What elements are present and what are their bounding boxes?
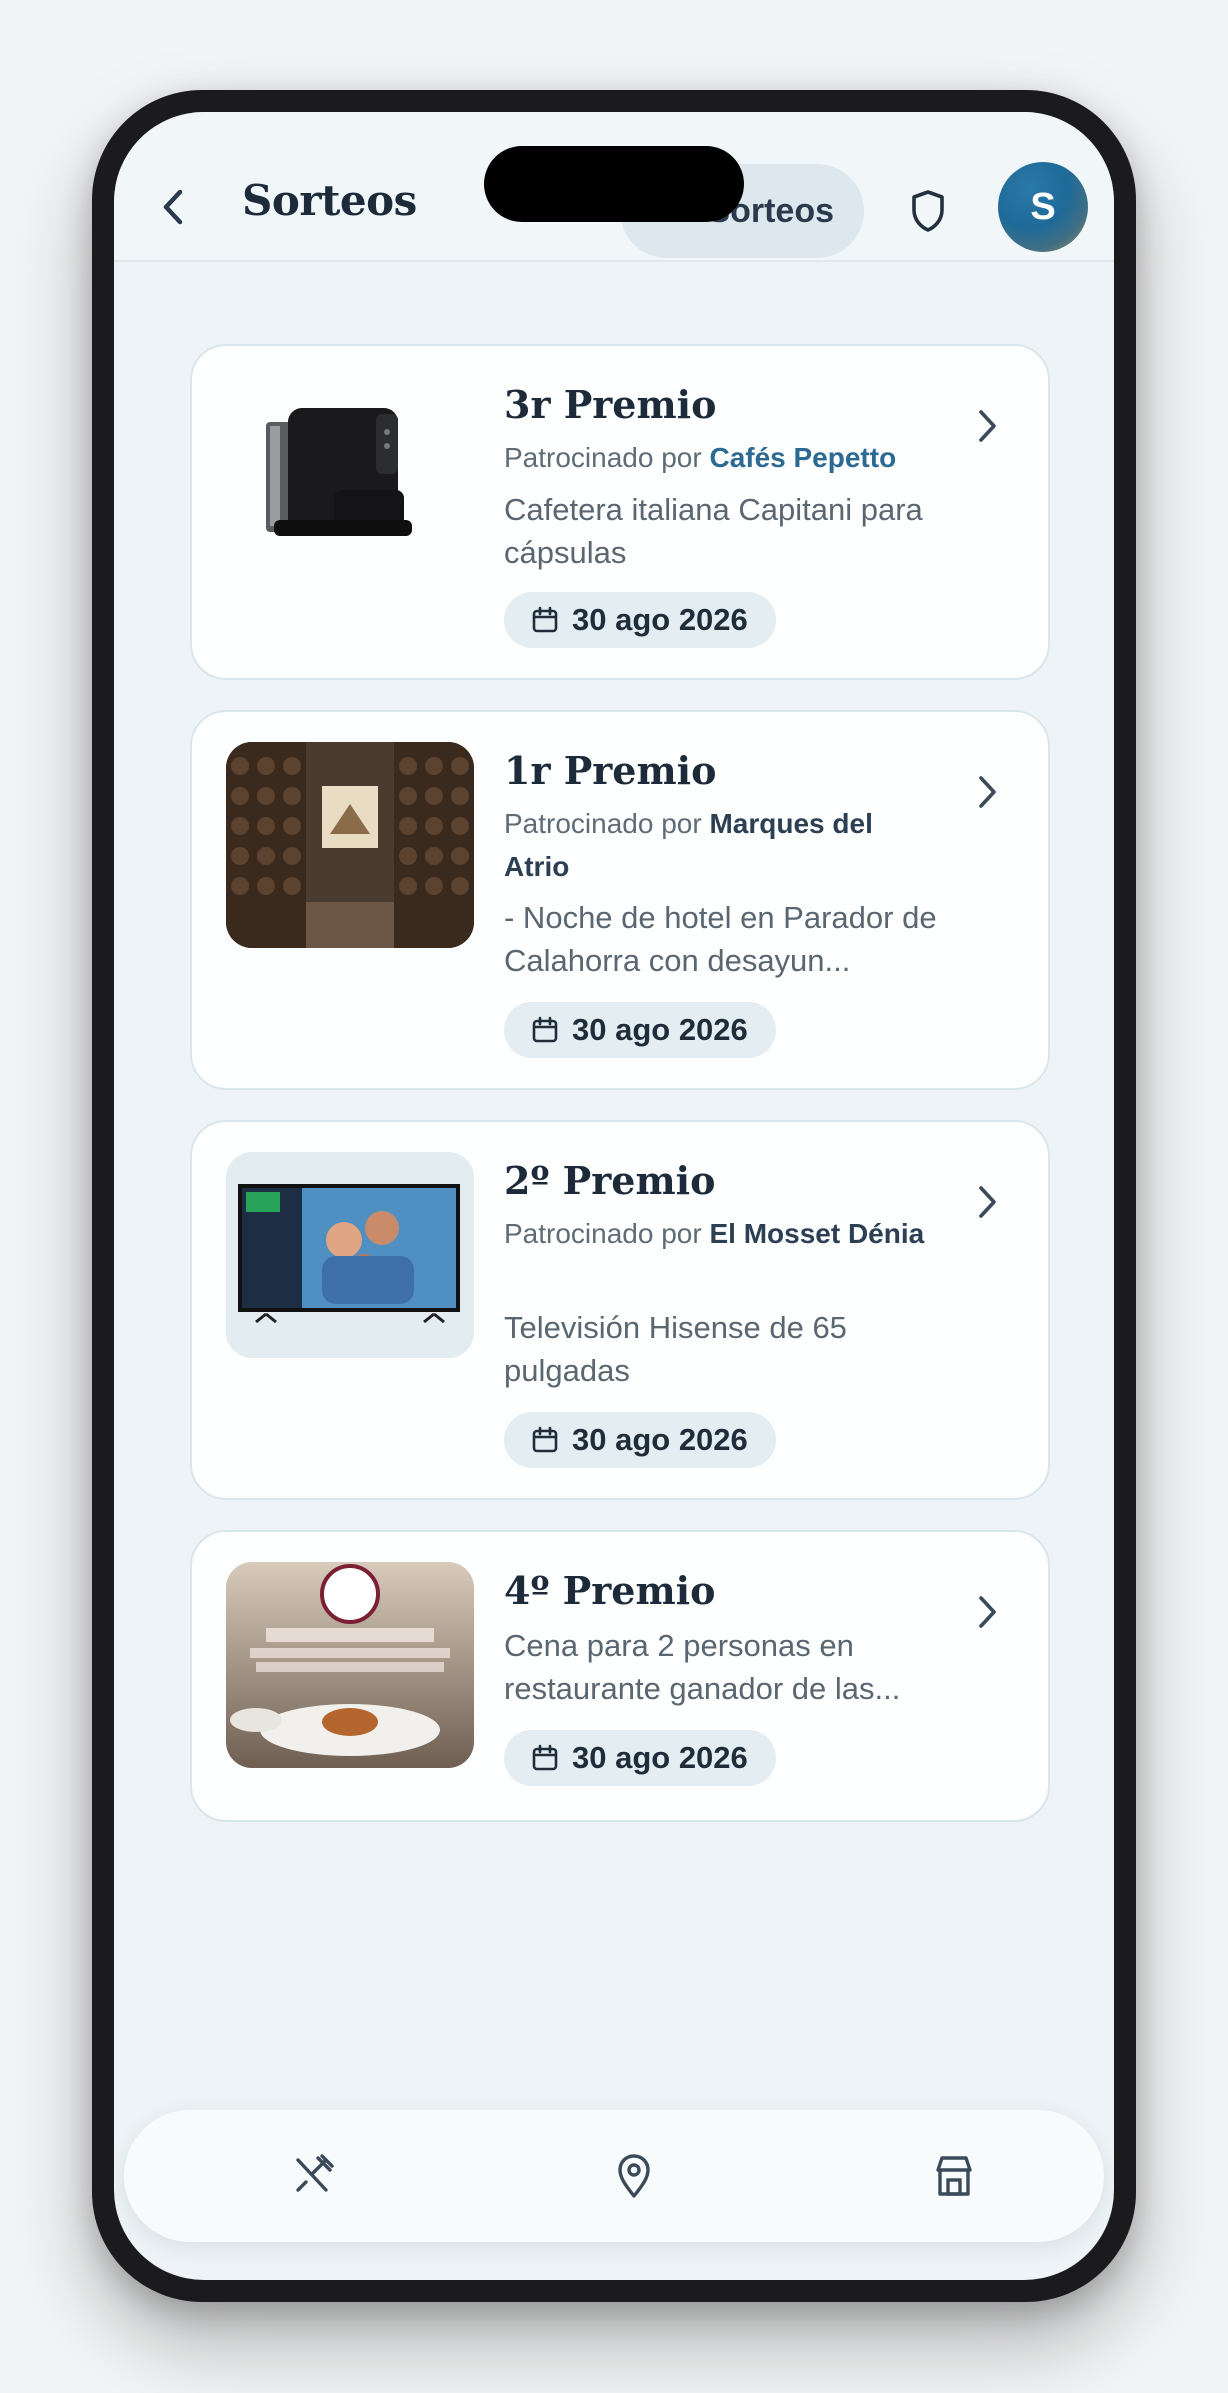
sponsor-prefix: Patrocinado por bbox=[504, 442, 702, 473]
utensils-icon[interactable] bbox=[286, 2150, 338, 2202]
date-badge: 30 ago 2026 bbox=[504, 1412, 776, 1468]
chevron-right-icon[interactable] bbox=[972, 770, 1002, 814]
prize-card[interactable]: 1r Premio Patrocinado por Marques del At… bbox=[190, 710, 1050, 1090]
prize-title: 3r Premio bbox=[504, 382, 717, 427]
prize-description: Cena para 2 personas en restaurante gana… bbox=[504, 1628, 901, 1706]
coffee-machine-image bbox=[226, 372, 474, 578]
prize-title: 1r Premio bbox=[504, 748, 717, 793]
sponsor-line: Patrocinado por El Mosset Dénia bbox=[504, 1212, 944, 1255]
sponsor-prefix: Patrocinado por bbox=[504, 1218, 702, 1249]
date-badge: 30 ago 2026 bbox=[504, 592, 776, 648]
sponsor-line: Patrocinado por Marques del Atrio bbox=[504, 802, 944, 888]
date-text: 30 ago 2026 bbox=[572, 1740, 748, 1775]
sponsor-name[interactable]: El Mosset Dénia bbox=[709, 1218, 924, 1249]
wine-cellar-image bbox=[226, 742, 474, 948]
shield-icon[interactable] bbox=[906, 186, 950, 236]
date-badge: 30 ago 2026 bbox=[504, 1730, 776, 1786]
date-text: 30 ago 2026 bbox=[572, 1422, 748, 1457]
sponsor-prefix: Patrocinado por bbox=[504, 808, 702, 839]
date-text: 30 ago 2026 bbox=[572, 602, 748, 637]
chevron-left-icon[interactable] bbox=[154, 182, 194, 232]
calendar-icon bbox=[532, 606, 558, 633]
page-title: Sorteos bbox=[242, 176, 417, 225]
store-icon[interactable] bbox=[928, 2150, 980, 2202]
top-bar: Sorteos Sorteos S bbox=[114, 112, 1114, 262]
bottom-nav bbox=[124, 2110, 1104, 2242]
chevron-right-icon[interactable] bbox=[972, 1180, 1002, 1224]
avatar[interactable]: S bbox=[998, 162, 1088, 252]
date-text: 30 ago 2026 bbox=[572, 1012, 748, 1047]
sponsor-line: Patrocinado por Cafés Pepetto bbox=[504, 436, 944, 479]
calendar-icon bbox=[532, 1426, 558, 1453]
app-screen: Sorteos Sorteos S 3r Premio Patrocinado … bbox=[114, 112, 1114, 2280]
prize-card[interactable]: 2º Premio Patrocinado por El Mosset Déni… bbox=[190, 1120, 1050, 1500]
prize-description: Televisión Hisense de 65 pulgadas bbox=[504, 1310, 847, 1388]
prize-description: Cafetera italiana Capitani para cápsulas bbox=[504, 492, 923, 570]
television-image bbox=[226, 1152, 474, 1358]
dinner-plate-image bbox=[226, 1562, 474, 1768]
sponsor-name[interactable]: Cafés Pepetto bbox=[709, 442, 896, 473]
date-badge: 30 ago 2026 bbox=[504, 1002, 776, 1058]
prize-description: - Noche de hotel en Parador de Calahorra… bbox=[504, 900, 937, 978]
prize-title: 2º Premio bbox=[504, 1158, 716, 1203]
camera-notch bbox=[484, 146, 744, 222]
prize-card[interactable]: 3r Premio Patrocinado por Cafés Pepetto … bbox=[190, 344, 1050, 680]
chevron-right-icon[interactable] bbox=[972, 404, 1002, 448]
map-pin-icon[interactable] bbox=[608, 2150, 660, 2202]
calendar-icon bbox=[532, 1744, 558, 1771]
prize-card[interactable]: 4º Premio Cena para 2 personas en restau… bbox=[190, 1530, 1050, 1822]
prize-title: 4º Premio bbox=[504, 1568, 716, 1613]
device-frame: Sorteos Sorteos S 3r Premio Patrocinado … bbox=[92, 90, 1136, 2302]
chevron-right-icon[interactable] bbox=[972, 1590, 1002, 1634]
calendar-icon bbox=[532, 1016, 558, 1043]
